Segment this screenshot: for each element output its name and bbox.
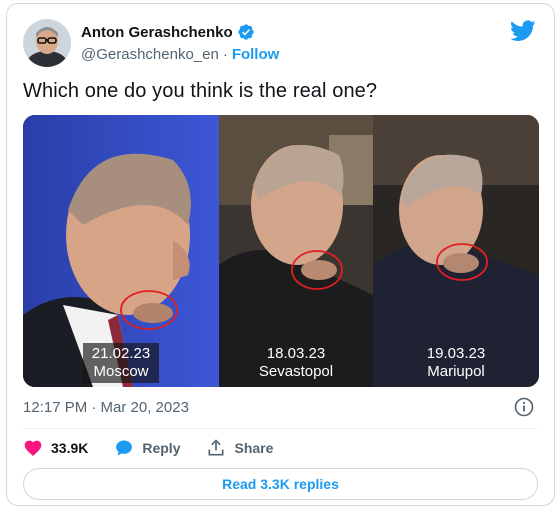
reply-button[interactable]: Reply	[114, 438, 180, 458]
media-panel-mariupol: 19.03.23 Mariupol	[373, 115, 539, 387]
caption-place: Mariupol	[427, 363, 485, 380]
caption-sevastopol: 18.03.23 Sevastopol	[246, 345, 346, 381]
heart-icon	[24, 440, 42, 456]
author-handle[interactable]: @Gerashchenko_en	[81, 46, 219, 63]
caption-place: Moscow	[93, 363, 149, 380]
caption-mariupol: 19.03.23 Mariupol	[406, 345, 506, 381]
like-button[interactable]: 33.9K	[23, 438, 88, 458]
tweet-timestamp[interactable]: 12:17 PM · Mar 20, 2023	[23, 399, 189, 416]
caption-date: 21.02.23	[91, 345, 151, 362]
media-panel-sevastopol: 18.03.23 Sevastopol	[219, 115, 373, 387]
divider	[23, 428, 538, 429]
tweet-media[interactable]: 21.02.23 Moscow 18.03.23 Sevastopol 19.0…	[23, 115, 539, 387]
author-display-name[interactable]: Anton Gerashchenko	[81, 24, 233, 41]
media-panel-moscow: 21.02.23 Moscow	[23, 115, 219, 387]
follow-button[interactable]: Follow	[232, 46, 280, 63]
handle-separator: ·	[222, 46, 228, 63]
caption-place: Sevastopol	[258, 363, 334, 380]
like-count: 33.9K	[51, 440, 89, 456]
action-bar: 33.9K Reply Share	[23, 438, 299, 458]
reply-label: Reply	[142, 440, 181, 456]
info-icon[interactable]	[514, 397, 534, 417]
author-name-row: Anton Gerashchenko	[81, 23, 255, 41]
reply-bubble-icon	[116, 440, 133, 456]
share-label: Share	[234, 440, 274, 456]
share-icon	[208, 439, 224, 456]
author-handle-row: @Gerashchenko_en · Follow	[81, 46, 279, 63]
twitter-bird-icon[interactable]	[510, 20, 536, 42]
read-replies-button[interactable]: Read 3.3K replies	[23, 468, 538, 500]
tweet-text: Which one do you think is the real one?	[23, 80, 378, 102]
verified-badge-icon	[237, 23, 255, 41]
avatar[interactable]	[23, 19, 71, 67]
share-button[interactable]: Share	[206, 438, 273, 458]
caption-date: 19.03.23	[426, 345, 486, 362]
caption-moscow: 21.02.23 Moscow	[83, 343, 159, 383]
caption-date: 18.03.23	[266, 345, 326, 362]
tweet-card: Anton Gerashchenko @Gerashchenko_en · Fo…	[6, 3, 555, 506]
